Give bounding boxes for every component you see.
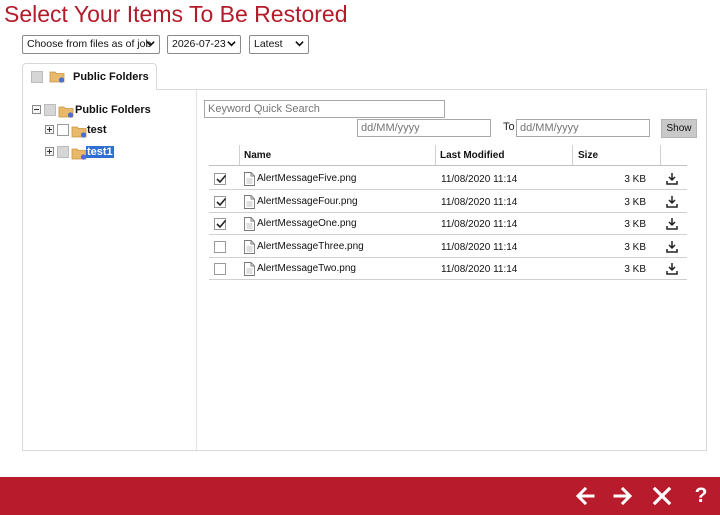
file-name: AlertMessageOne.png bbox=[257, 218, 357, 229]
chevron-down-icon bbox=[295, 41, 304, 47]
pane-divider bbox=[196, 90, 197, 450]
row-checkbox[interactable] bbox=[214, 263, 226, 275]
date-to-input[interactable] bbox=[516, 119, 650, 137]
expand-icon[interactable] bbox=[45, 125, 54, 134]
file-name: AlertMessageThree.png bbox=[257, 240, 364, 252]
tab-checkbox[interactable] bbox=[31, 71, 43, 83]
tree-label-public-folders: Public Folders bbox=[75, 104, 151, 116]
checkmark-icon bbox=[216, 219, 227, 229]
file-size: 3 KB bbox=[624, 174, 646, 185]
row-checkbox[interactable] bbox=[214, 218, 227, 230]
download-icon[interactable] bbox=[666, 195, 678, 208]
file-icon bbox=[244, 239, 255, 254]
to-label: To bbox=[503, 121, 515, 133]
row-checkbox[interactable] bbox=[214, 173, 227, 185]
checkmark-icon bbox=[216, 174, 227, 184]
column-header-name[interactable]: Name bbox=[244, 150, 271, 161]
chevron-down-icon bbox=[227, 41, 236, 47]
row-checkbox[interactable] bbox=[214, 195, 227, 208]
table-row[interactable]: AlertMessageOne.png 11/08/2020 11:14 3 KB bbox=[209, 213, 687, 235]
date-select-value: 2026-07-23 bbox=[172, 38, 226, 50]
file-modified: 11/08/2020 11:14 bbox=[441, 174, 518, 185]
job-select-value: Choose from files as of job bbox=[27, 38, 152, 50]
file-name: AlertMessageTwo.png bbox=[257, 263, 356, 274]
table-row[interactable]: AlertMessageThree.png 11/08/2020 11:14 3 K… bbox=[209, 236, 687, 258]
tree-label-test: test bbox=[87, 124, 107, 136]
table-row[interactable]: AlertMessageFour.png 11/08/2020 11:14 3 KB bbox=[209, 191, 687, 213]
keyword-search-input[interactable] bbox=[204, 100, 445, 118]
forward-arrow-icon[interactable] bbox=[612, 485, 634, 507]
download-icon[interactable] bbox=[666, 262, 678, 275]
page-title: Select Your Items To Be Restored bbox=[4, 1, 348, 27]
tree-checkbox[interactable] bbox=[57, 124, 69, 136]
tree-label-test1: test1 bbox=[86, 146, 114, 158]
date-select[interactable]: 2026-07-23 bbox=[167, 35, 241, 54]
tree-checkbox[interactable] bbox=[44, 104, 56, 116]
column-header-modified[interactable]: Last Modified bbox=[440, 150, 504, 161]
tab-label: Public Folders bbox=[73, 71, 149, 83]
file-name: AlertMessageFour.png bbox=[257, 195, 358, 207]
column-header-size[interactable]: Size bbox=[578, 150, 598, 161]
file-size: 3 KB bbox=[624, 264, 646, 275]
file-modified: 11/08/2020 11:14 bbox=[441, 196, 518, 208]
date-from-input[interactable] bbox=[357, 119, 491, 137]
file-name: AlertMessageFive.png bbox=[257, 173, 357, 184]
chevron-down-icon bbox=[146, 41, 155, 47]
file-icon bbox=[244, 194, 255, 209]
show-button[interactable]: Show bbox=[661, 119, 697, 138]
file-size: 3 KB bbox=[624, 241, 646, 253]
help-icon[interactable]: ? bbox=[690, 485, 712, 507]
column-separator bbox=[660, 145, 661, 165]
column-separator bbox=[572, 145, 573, 165]
version-select-value: Latest bbox=[254, 38, 283, 50]
file-size: 3 KB bbox=[624, 219, 646, 230]
expand-icon[interactable] bbox=[45, 147, 54, 156]
checkmark-icon bbox=[216, 197, 227, 206]
file-modified: 11/08/2020 11:14 bbox=[441, 264, 518, 275]
back-arrow-icon[interactable] bbox=[574, 485, 596, 507]
column-separator bbox=[435, 145, 436, 165]
file-icon bbox=[244, 217, 255, 231]
close-icon[interactable] bbox=[651, 485, 673, 507]
tab-public-folders[interactable]: Public Folders bbox=[22, 63, 157, 90]
public-folder-icon bbox=[49, 71, 65, 83]
collapse-icon[interactable] bbox=[32, 105, 41, 114]
tree-checkbox[interactable] bbox=[57, 146, 69, 158]
download-icon[interactable] bbox=[666, 217, 678, 230]
version-select[interactable]: Latest bbox=[249, 35, 309, 54]
public-folder-icon bbox=[71, 148, 87, 160]
table-row[interactable]: AlertMessageTwo.png 11/08/2020 11:14 3 KB bbox=[209, 258, 687, 280]
table-row[interactable]: AlertMessageFive.png 11/08/2020 11:14 3 KB bbox=[209, 168, 687, 190]
file-modified: 11/08/2020 11:14 bbox=[441, 241, 518, 253]
file-icon bbox=[244, 172, 255, 186]
download-icon[interactable] bbox=[666, 240, 678, 253]
public-folder-icon bbox=[71, 126, 87, 138]
public-folder-icon bbox=[58, 106, 74, 118]
file-size: 3 KB bbox=[624, 196, 646, 208]
job-select[interactable]: Choose from files as of job bbox=[22, 35, 160, 54]
column-separator bbox=[239, 145, 240, 165]
file-modified: 11/08/2020 11:14 bbox=[441, 219, 518, 230]
download-icon[interactable] bbox=[666, 172, 678, 185]
file-icon bbox=[244, 262, 255, 276]
row-checkbox[interactable] bbox=[214, 240, 226, 253]
